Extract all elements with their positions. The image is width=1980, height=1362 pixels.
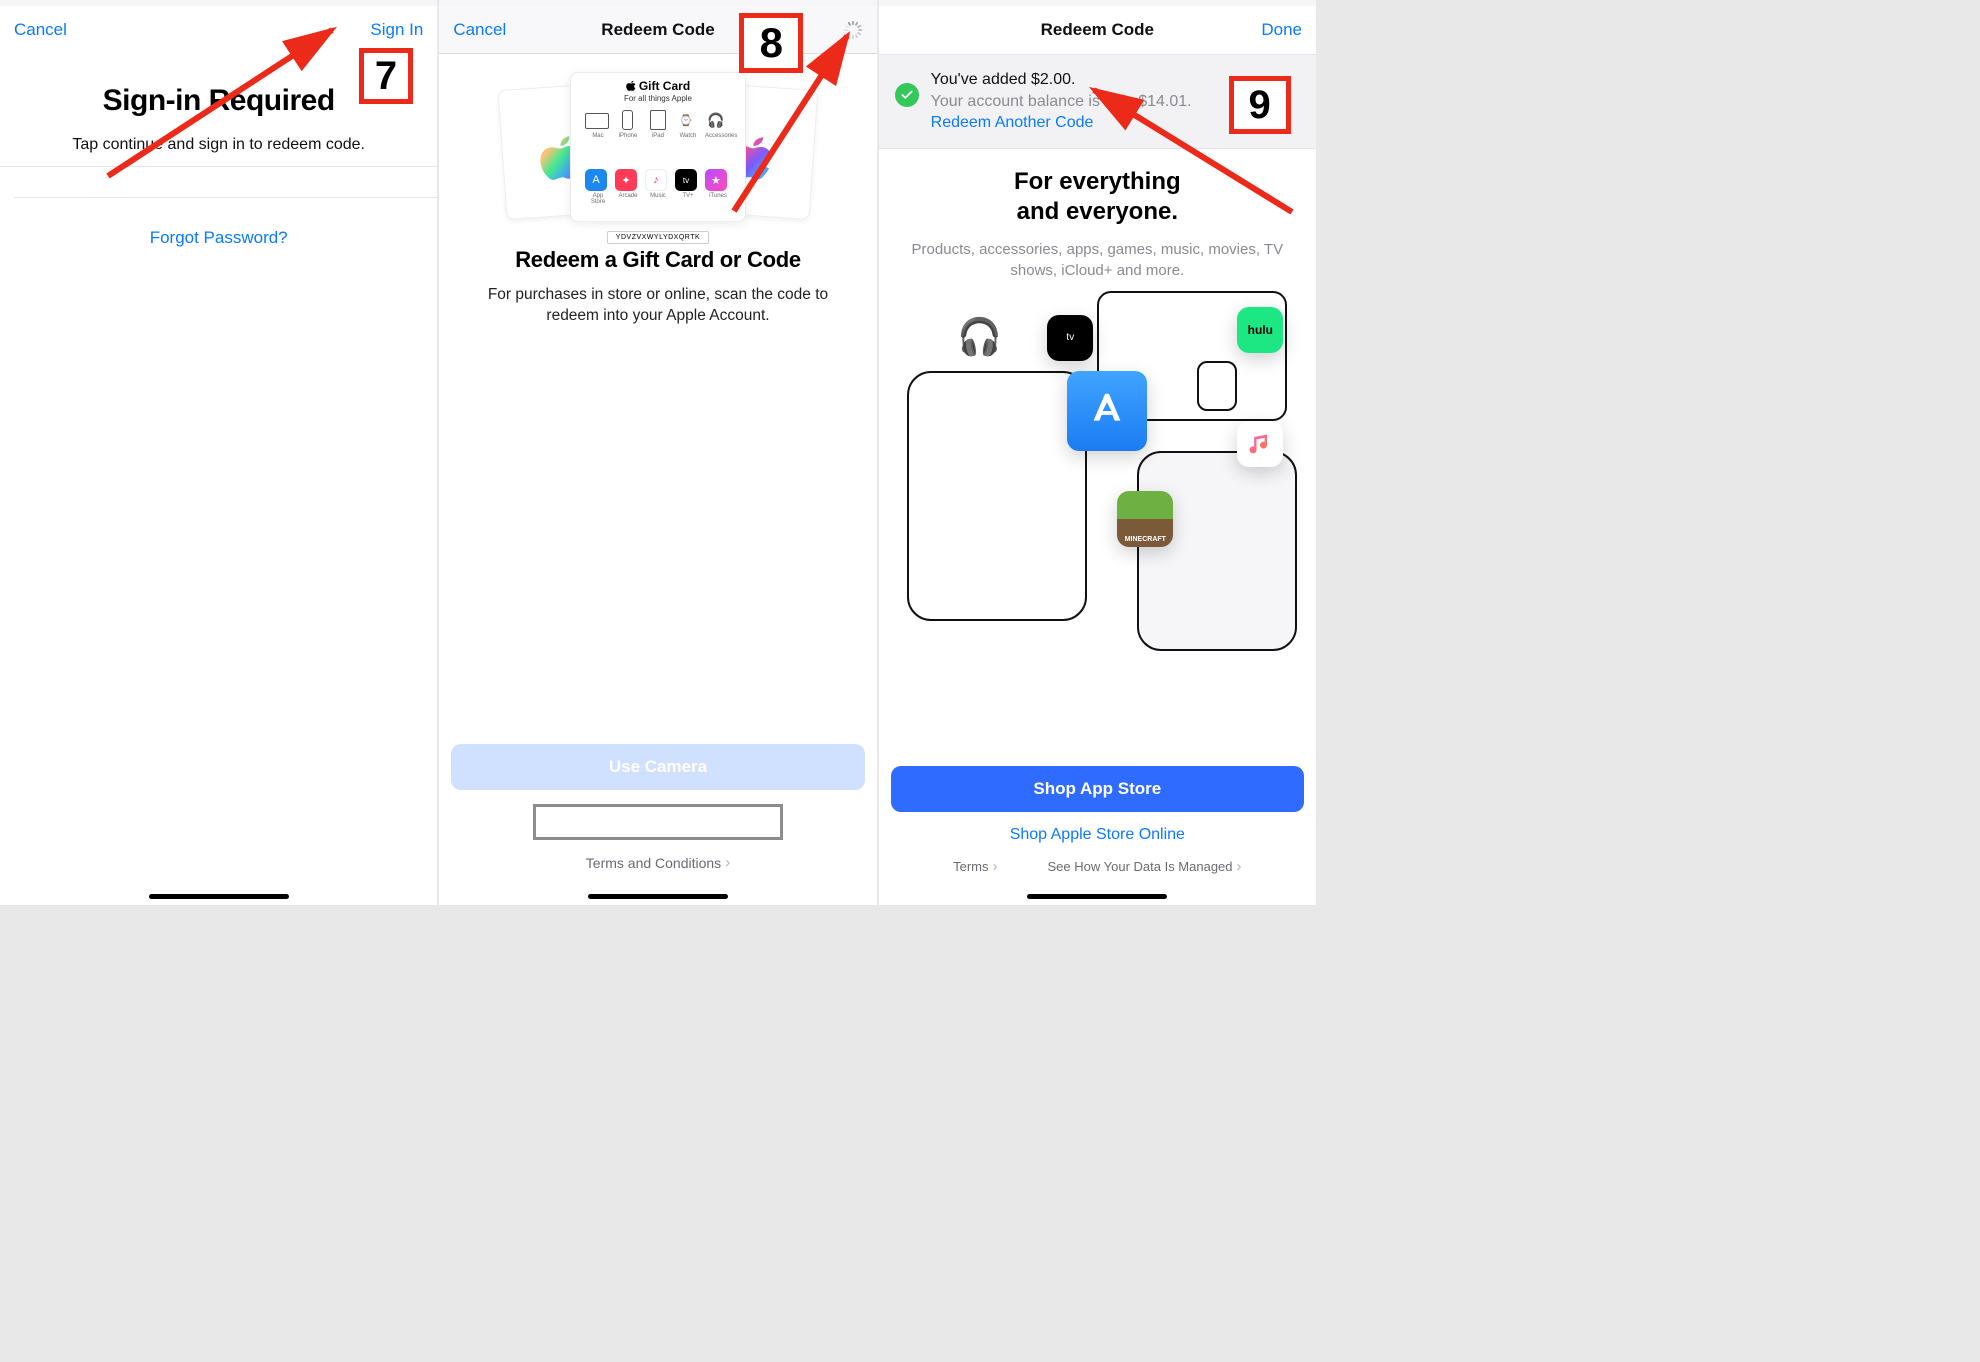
code-input[interactable] [533,804,783,840]
description: For purchases in store or online, scan t… [439,285,876,327]
signin-button[interactable]: Sign In [370,20,423,40]
cancel-button[interactable]: Cancel [14,20,67,40]
footer-privacy-link[interactable]: See How Your Data Is Managed› [1048,858,1242,875]
itunes-icon: ★ [705,169,727,191]
hulu-app-icon: hulu [1237,307,1283,353]
shop-app-store-button[interactable]: Shop App Store [891,766,1304,812]
chevron-right-icon: › [1237,858,1242,875]
shop-apple-store-link[interactable]: Shop Apple Store Online [1010,826,1185,844]
arcade-icon: ✦ [615,169,637,191]
home-indicator[interactable] [149,894,289,899]
added-amount-text: You've added $2.00. [931,69,1192,91]
appstore-icon: A [585,169,607,191]
redeem-another-link[interactable]: Redeem Another Code [931,112,1192,134]
checkmark-icon [895,83,919,107]
giftcard-brand: Gift Card [626,79,690,93]
chevron-right-icon: › [993,858,998,875]
annotation-step-9: 9 [1229,76,1291,134]
chevron-right-icon: › [725,854,730,871]
giftcard-illustration: Gift Card For all things Apple ⌚ 🎧 Mac i… [439,72,876,227]
home-indicator[interactable] [1027,894,1167,899]
giftcard-tagline: For all things Apple [624,94,692,103]
annotation-step-8: 8 [739,13,803,73]
page-subtitle: Tap continue and sign in to redeem code. [0,136,437,154]
heading: For everything and everyone. [879,167,1316,227]
home-indicator[interactable] [588,894,728,899]
done-button[interactable]: Done [1261,20,1302,40]
watch-icon: ⌚ [675,109,697,131]
appstore-app-icon [1067,371,1147,451]
minecraft-app-icon: MINECRAFT [1117,491,1173,547]
loading-spinner-icon [843,20,863,40]
use-camera-button[interactable]: Use Camera [451,744,864,790]
heading: Redeem a Gift Card or Code [439,247,876,273]
nav-bar: Cancel Sign In [0,6,437,54]
ipad-outline-icon [907,371,1087,621]
nav-bar: Redeem Code Done [879,6,1316,54]
balance-text: Your account balance is now $14.01. [931,91,1192,113]
screen-signin-required: Cancel Sign In Sign-in Required Tap cont… [0,0,437,905]
screen-redeem-code: Cancel Redeem Code [439,0,876,905]
product-collage: 🎧 tv hulu MINECRAFT [947,301,1247,551]
airpods-icon: 🎧 [705,109,727,131]
airpods-icon: 🎧 [957,316,1002,358]
ipad-outline-icon [1137,451,1297,651]
subheading: Products, accessories, apps, games, musi… [879,239,1316,281]
terms-link[interactable]: Terms and Conditions › [586,854,730,871]
giftcard-sample-code: YDVZVXWYLYDXQRTK [607,231,709,244]
ipad-icon [650,110,666,130]
screen-redeem-success: Redeem Code Done You've added $2.00. You… [879,0,1316,905]
iphone-icon [622,110,633,130]
music-app-icon [1237,421,1283,467]
separator [0,166,437,167]
annotation-step-7: 7 [359,48,413,104]
nav-title: Redeem Code [879,20,1316,40]
appletv-icon: tv [675,169,697,191]
apple-logo-icon [626,80,637,93]
watch-outline-icon [1197,361,1237,411]
music-icon: ♪ [645,169,667,191]
separator [14,197,437,198]
appletv-app-icon: tv [1047,315,1093,361]
cancel-button[interactable]: Cancel [453,20,506,40]
forgot-password-link[interactable]: Forgot Password? [150,228,288,247]
mac-icon [585,113,609,129]
nav-bar: Cancel Redeem Code [439,6,876,54]
footer-terms-link[interactable]: Terms› [953,858,997,875]
